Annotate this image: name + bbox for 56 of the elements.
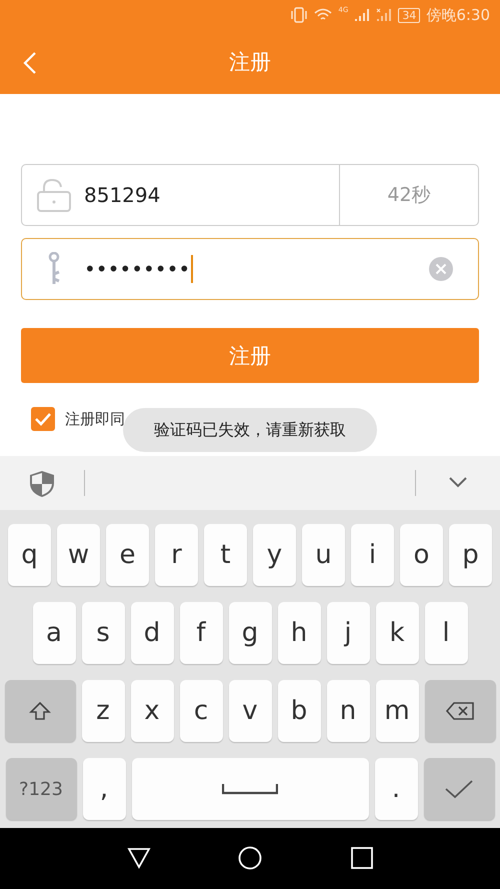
code-field[interactable]: 851294 42秒: [21, 164, 479, 226]
shift-icon: [29, 700, 51, 722]
symbols-key[interactable]: ?123: [6, 758, 76, 820]
key[interactable]: p: [449, 524, 492, 586]
key[interactable]: t: [204, 524, 247, 586]
backspace-icon: [445, 701, 475, 721]
wifi-icon: [314, 8, 332, 22]
key[interactable]: ,: [82, 758, 126, 820]
key[interactable]: f: [180, 602, 222, 664]
battery-level: 34: [398, 8, 420, 22]
key[interactable]: h: [278, 602, 320, 664]
key[interactable]: a: [32, 602, 76, 664]
key[interactable]: y: [253, 524, 296, 586]
key[interactable]: v: [228, 680, 272, 742]
key[interactable]: u: [302, 524, 345, 586]
key[interactable]: k: [376, 602, 418, 664]
back-icon[interactable]: [127, 846, 151, 870]
key[interactable]: w: [57, 524, 100, 586]
key[interactable]: e: [106, 524, 149, 586]
space-icon: [222, 783, 278, 795]
key[interactable]: l: [424, 602, 468, 664]
key[interactable]: i: [351, 524, 394, 586]
chevron-down-icon[interactable]: [448, 476, 468, 488]
key[interactable]: n: [326, 680, 370, 742]
key[interactable]: q: [8, 524, 51, 586]
checkmark-icon: [444, 778, 474, 800]
shield-icon[interactable]: [29, 470, 55, 498]
shift-key[interactable]: [4, 680, 76, 742]
recents-icon[interactable]: [350, 846, 374, 870]
key[interactable]: c: [180, 680, 222, 742]
agreement-checkbox[interactable]: [31, 407, 55, 431]
signal-icon: [354, 8, 370, 22]
backspace-key[interactable]: [424, 680, 496, 742]
clock: 傍晚6:30: [426, 6, 490, 24]
key[interactable]: g: [228, 602, 272, 664]
key[interactable]: m: [376, 680, 418, 742]
key[interactable]: x: [130, 680, 174, 742]
unlock-icon: [37, 178, 71, 212]
page-title: 注册: [229, 49, 271, 76]
key[interactable]: b: [278, 680, 320, 742]
code-value: 851294: [84, 183, 162, 207]
vibrate-icon: [290, 7, 308, 23]
key[interactable]: o: [400, 524, 443, 586]
key[interactable]: .: [374, 758, 418, 820]
checkmark-icon: [34, 412, 52, 426]
toast-message: 验证码已失效，请重新获取: [123, 408, 377, 452]
agreement-text: 注册即同: [65, 410, 125, 428]
no-signal-icon: [376, 8, 392, 22]
home-icon[interactable]: [238, 846, 262, 870]
password-field[interactable]: •••••••••: [21, 238, 479, 300]
key[interactable]: j: [326, 602, 370, 664]
key[interactable]: s: [82, 602, 124, 664]
key[interactable]: r: [155, 524, 198, 586]
key[interactable]: z: [82, 680, 124, 742]
password-value: •••••••••: [84, 257, 190, 281]
key[interactable]: d: [130, 602, 174, 664]
